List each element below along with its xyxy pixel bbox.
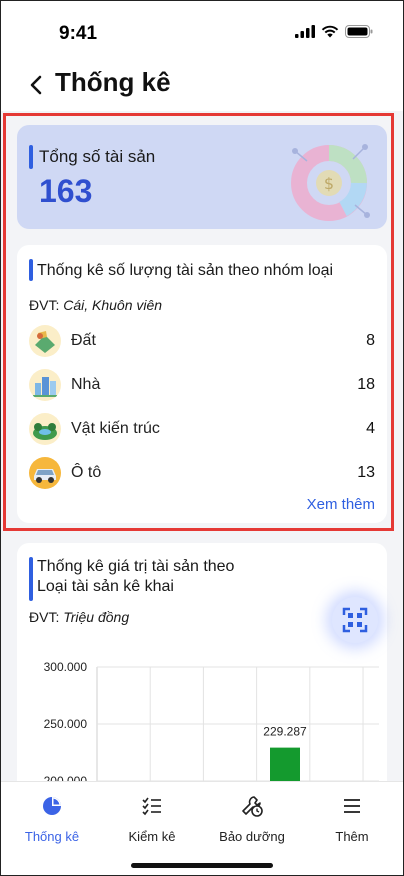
group-count: 13 (357, 464, 375, 481)
building-icon (29, 369, 61, 401)
qr-scan-button[interactable] (332, 597, 378, 643)
accent-bar (29, 259, 33, 281)
tab-label: Bảo dưỡng (219, 829, 285, 844)
pie-chart-icon (43, 797, 61, 815)
unit-value: Cái, Khuôn viên (63, 297, 163, 313)
total-assets-card: Tổng số tài sản 163 $ (17, 125, 387, 229)
status-icons (295, 25, 373, 38)
land-icon (29, 325, 61, 357)
tab-label: Thêm (335, 829, 369, 844)
group-label: Nhà (71, 376, 101, 393)
back-arrow-icon[interactable] (25, 71, 49, 99)
group-stats-card: Thống kê số lượng tài sản theo nhóm loại… (17, 245, 387, 523)
wifi-icon (321, 25, 339, 38)
unit-prefix: ĐVT: (29, 609, 64, 625)
value-stats-unit: ĐVT: Triệu đồng (29, 609, 129, 625)
group-row-car[interactable]: Ô tô 13 (29, 455, 375, 491)
tab-more[interactable]: Thêm (302, 794, 402, 844)
accent-bar (29, 557, 33, 601)
battery-icon (345, 25, 373, 38)
unit-value: Triệu đồng (63, 609, 130, 625)
page-title: Thống kê (55, 67, 171, 97)
group-label: Đất (71, 332, 96, 349)
tab-label: Kiểm kê (128, 829, 176, 844)
page-header: Thống kê (1, 61, 403, 111)
total-assets-label: Tổng số tài sản (39, 147, 156, 166)
group-count: 4 (366, 420, 375, 437)
architecture-icon (29, 413, 61, 445)
unit-prefix: ĐVT: (29, 297, 64, 313)
tab-inventory[interactable]: Kiểm kê (102, 794, 202, 844)
status-bar: 9:41 (1, 1, 403, 61)
group-label: Ô tô (71, 464, 102, 481)
asset-value-bar-chart: 300.000 250.000 200.000 229.287 (44, 660, 379, 781)
y-tick-label: 250.000 (44, 717, 88, 731)
group-row-architecture[interactable]: Vật kiến trúc 4 (29, 411, 375, 447)
accent-bar (29, 145, 33, 169)
value-stats-title-line1: Thống kê giá trị tài sản theo (37, 558, 235, 575)
group-row-building[interactable]: Nhà 18 (29, 367, 375, 403)
value-stats-card: Thống kê giá trị tài sản theo Loại tài s… (17, 543, 387, 781)
value-stats-title-line2: Loại tài sản kê khai (37, 578, 174, 595)
qr-scan-icon (342, 607, 368, 633)
group-stats-title: Thống kê số lượng tài sản theo nhóm loại (37, 262, 334, 279)
checklist-icon (142, 797, 161, 816)
total-assets-value: 163 (39, 173, 93, 209)
bar-mark (270, 747, 300, 781)
app-screen: 9:41 Thống kê Tổng số tài sản 163 $ Thốn… (0, 0, 404, 876)
svg-text:$: $ (324, 174, 334, 193)
see-more-link[interactable]: Xem thêm (307, 496, 375, 513)
bar-data-label: 229.287 (263, 725, 307, 739)
tab-label: Thống kê (24, 829, 80, 844)
car-icon (29, 457, 61, 489)
home-indicator (131, 863, 273, 868)
group-count: 18 (357, 376, 375, 393)
maintenance-icon (242, 796, 263, 817)
group-count: 8 (366, 332, 375, 349)
coin-donut-chart-icon: $ (291, 144, 370, 221)
group-row-land[interactable]: Đất 8 (29, 323, 375, 359)
signal-icon (295, 25, 315, 38)
status-time: 9:41 (59, 23, 98, 44)
tab-maintenance[interactable]: Bảo dưỡng (202, 794, 302, 844)
tab-statistics[interactable]: Thống kê (2, 794, 102, 844)
group-label: Vật kiến trúc (71, 420, 160, 437)
statistics-content[interactable]: Tổng số tài sản 163 $ Thống kê số lượng … (1, 111, 403, 781)
y-tick-label: 300.000 (44, 660, 88, 674)
group-stats-unit: ĐVT: Cái, Khuôn viên (29, 297, 162, 313)
bottom-tab-bar: Thống kê Kiểm kê Bảo dưỡng Thêm (1, 781, 403, 875)
menu-icon (344, 799, 360, 813)
y-tick-label: 200.000 (44, 774, 88, 781)
